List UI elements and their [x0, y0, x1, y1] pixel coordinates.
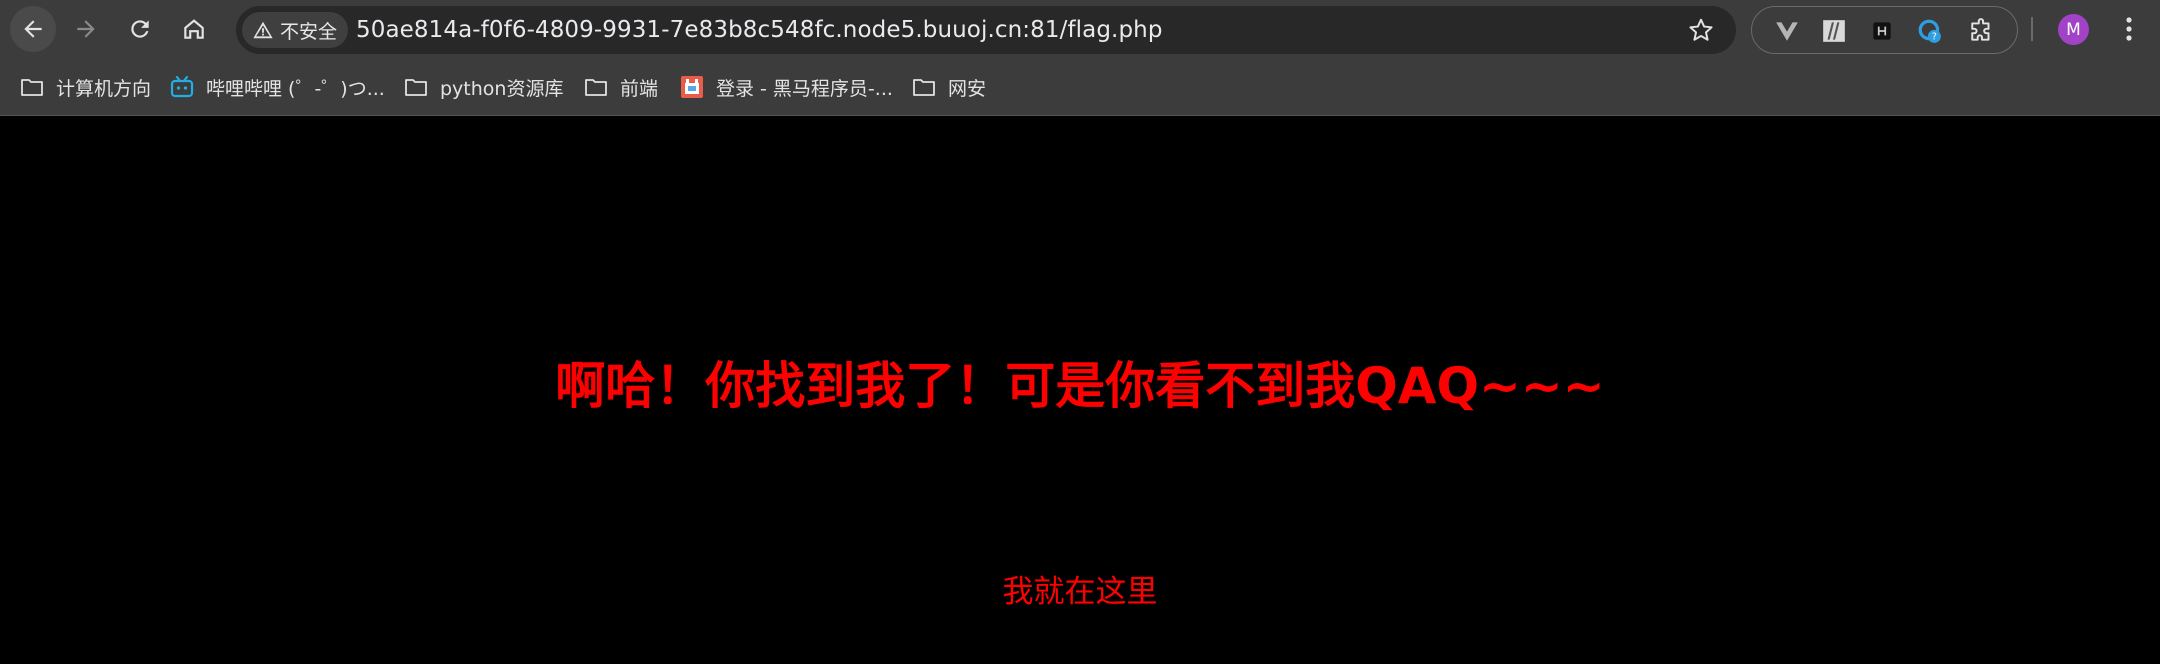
- reload-button[interactable]: [116, 7, 164, 51]
- extension-icon-3[interactable]: [1869, 18, 1895, 44]
- folder-icon: [585, 79, 607, 96]
- bookmark-star-icon[interactable]: [1688, 17, 1714, 43]
- warning-icon: [253, 21, 273, 39]
- security-label: 不安全: [280, 20, 338, 43]
- home-button[interactable]: [170, 7, 218, 51]
- bookmark-label: 哔哩哔哩 (゜-゜)つ...: [206, 77, 385, 100]
- more-vert-icon: [2126, 17, 2132, 41]
- bookmark-folder-netsec[interactable]: 网安: [912, 70, 986, 104]
- bookmark-folder-cs[interactable]: 计算机方向: [20, 70, 151, 104]
- folder-icon: [913, 79, 935, 96]
- bookmark-label: 计算机方向: [56, 77, 152, 100]
- home-icon: [184, 19, 204, 39]
- bookmark-label: 登录 - 黑马程序员-...: [716, 77, 893, 100]
- bookmark-label: 网安: [948, 77, 987, 100]
- toolbar-separator: [2031, 17, 2033, 41]
- arrow-right-icon: [77, 20, 95, 38]
- reload-icon: [131, 20, 149, 38]
- forward-button[interactable]: [62, 7, 110, 51]
- bookmark-heima-login[interactable]: 登录 - 黑马程序员-...: [680, 70, 893, 104]
- bookmark-bilibili[interactable]: 哔哩哔哩 (゜-゜)つ...: [170, 70, 385, 104]
- bookmark-label: python资源库: [440, 77, 564, 100]
- folder-icon: [405, 79, 427, 96]
- bilibili-icon: [170, 75, 194, 98]
- bookmarks-bar: 计算机方向 哔哩哔哩 (゜-゜)つ... python资源库 前端 登录 - 黑…: [0, 58, 2160, 116]
- site-favicon-icon: [681, 76, 703, 98]
- vue-devtools-icon[interactable]: [1774, 18, 1800, 44]
- profile-avatar[interactable]: M: [2058, 14, 2089, 45]
- extensions-puzzle-icon[interactable]: [1969, 18, 1995, 44]
- menu-button[interactable]: [2114, 12, 2144, 46]
- browser-toolbar: 不安全 50ae814a-f0f6-4809-9931-7e83b8c548fc…: [0, 0, 2160, 58]
- svg-text:?: ?: [1932, 32, 1937, 43]
- hidden-link-text[interactable]: 我就在这里: [0, 566, 2160, 611]
- page-content: 啊哈！你找到我了！可是你看不到我QAQ~~~ 我就在这里: [0, 116, 2160, 664]
- extensions-group: ?: [1751, 6, 2018, 54]
- back-button[interactable]: [10, 6, 56, 52]
- extension-icon-4[interactable]: ?: [1917, 18, 1943, 44]
- folder-icon: [21, 79, 43, 96]
- bookmark-label: 前端: [620, 77, 659, 100]
- arrow-left-icon: [24, 20, 42, 38]
- bookmark-folder-frontend[interactable]: 前端: [584, 70, 658, 104]
- bookmark-folder-python[interactable]: python资源库: [404, 70, 563, 104]
- url-text[interactable]: 50ae814a-f0f6-4809-9931-7e83b8c548fc.nod…: [356, 6, 1163, 54]
- address-bar[interactable]: 不安全 50ae814a-f0f6-4809-9931-7e83b8c548fc…: [236, 6, 1736, 54]
- page-headline: 啊哈！你找到我了！可是你看不到我QAQ~~~: [555, 357, 1605, 415]
- security-chip[interactable]: 不安全: [242, 12, 348, 48]
- extension-icon-2[interactable]: [1821, 18, 1847, 44]
